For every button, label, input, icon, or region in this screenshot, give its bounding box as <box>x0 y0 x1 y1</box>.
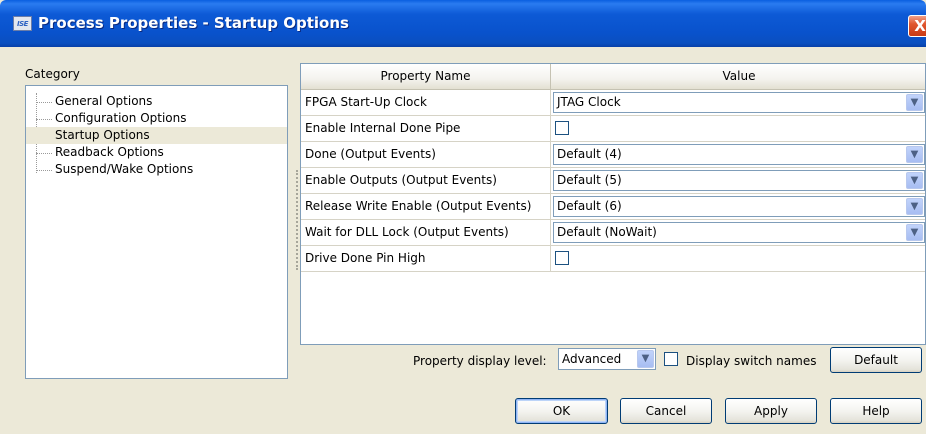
property-display-level-select[interactable]: Advanced ▼ <box>558 348 656 370</box>
combo-value: Advanced <box>562 352 622 366</box>
property-name: FPGA Start-Up Clock <box>301 90 551 115</box>
property-name: Drive Done Pin High <box>301 246 551 271</box>
chevron-down-icon[interactable]: ▼ <box>906 172 923 189</box>
enable-outputs-select[interactable]: Default (5) ▼ <box>553 170 925 191</box>
property-value <box>551 116 925 141</box>
window-title: Process Properties - Startup Options <box>38 14 349 32</box>
drive-done-pin-high-checkbox[interactable] <box>555 251 569 265</box>
property-grid: Property Name Value FPGA Start-Up Clock … <box>300 63 926 345</box>
default-button[interactable]: Default <box>830 347 922 373</box>
property-value: Default (4) ▼ <box>551 142 925 167</box>
table-row: Enable Internal Done Pipe <box>301 116 925 142</box>
table-row: Release Write Enable (Output Events) Def… <box>301 194 925 220</box>
category-item-configuration-options[interactable]: Configuration Options <box>26 110 287 127</box>
category-item-suspend-wake-options[interactable]: Suspend/Wake Options <box>26 161 287 178</box>
display-switch-names-label[interactable]: Display switch names <box>686 354 816 368</box>
table-row: Wait for DLL Lock (Output Events) Defaul… <box>301 220 925 246</box>
combo-value: Default (5) <box>557 173 622 187</box>
chevron-down-icon[interactable]: ▼ <box>906 198 923 215</box>
property-value: Default (NoWait) ▼ <box>551 220 925 245</box>
table-row: Done (Output Events) Default (4) ▼ <box>301 142 925 168</box>
display-switch-names-checkbox[interactable] <box>664 352 678 366</box>
release-write-enable-select[interactable]: Default (6) ▼ <box>553 196 925 217</box>
ok-button[interactable]: OK <box>515 398 608 424</box>
property-value: Default (6) ▼ <box>551 194 925 219</box>
chevron-down-icon[interactable]: ▼ <box>906 94 923 111</box>
property-name: Release Write Enable (Output Events) <box>301 194 551 219</box>
close-icon[interactable]: X <box>908 15 926 37</box>
category-item-general-options[interactable]: General Options <box>26 93 287 110</box>
pane-splitter[interactable] <box>296 170 299 270</box>
wait-for-dll-lock-select[interactable]: Default (NoWait) ▼ <box>553 222 925 243</box>
combo-value: Default (4) <box>557 147 622 161</box>
combo-value: Default (NoWait) <box>557 225 657 239</box>
column-header-property-name[interactable]: Property Name <box>301 64 551 89</box>
property-name: Enable Internal Done Pipe <box>301 116 551 141</box>
enable-internal-done-pipe-checkbox[interactable] <box>555 121 569 135</box>
category-item-readback-options[interactable]: Readback Options <box>26 144 287 161</box>
combo-value: JTAG Clock <box>557 95 621 109</box>
property-display-level-label: Property display level: <box>413 354 547 368</box>
help-button[interactable]: Help <box>830 398 922 424</box>
category-tree[interactable]: General Options Configuration Options St… <box>25 85 288 379</box>
fpga-startup-clock-select[interactable]: JTAG Clock ▼ <box>553 92 925 113</box>
done-output-events-select[interactable]: Default (4) ▼ <box>553 144 925 165</box>
property-value: JTAG Clock ▼ <box>551 90 925 115</box>
table-row: FPGA Start-Up Clock JTAG Clock ▼ <box>301 90 925 116</box>
chevron-down-icon[interactable]: ▼ <box>906 146 923 163</box>
apply-button[interactable]: Apply <box>725 398 817 424</box>
property-name: Wait for DLL Lock (Output Events) <box>301 220 551 245</box>
chevron-down-icon[interactable]: ▼ <box>906 224 923 241</box>
table-row: Drive Done Pin High <box>301 246 925 272</box>
column-header-value[interactable]: Value <box>551 64 925 89</box>
ise-app-icon: ISE <box>13 16 32 31</box>
grid-header: Property Name Value <box>301 64 925 90</box>
property-value <box>551 246 925 271</box>
title-bar[interactable]: ISE Process Properties - Startup Options… <box>0 0 926 47</box>
category-item-startup-options[interactable]: Startup Options <box>26 127 287 144</box>
property-name: Done (Output Events) <box>301 142 551 167</box>
property-value: Default (5) ▼ <box>551 168 925 193</box>
table-row: Enable Outputs (Output Events) Default (… <box>301 168 925 194</box>
cancel-button[interactable]: Cancel <box>620 398 712 424</box>
chevron-down-icon[interactable]: ▼ <box>637 350 654 368</box>
combo-value: Default (6) <box>557 199 622 213</box>
category-label: Category <box>25 67 80 81</box>
property-name: Enable Outputs (Output Events) <box>301 168 551 193</box>
